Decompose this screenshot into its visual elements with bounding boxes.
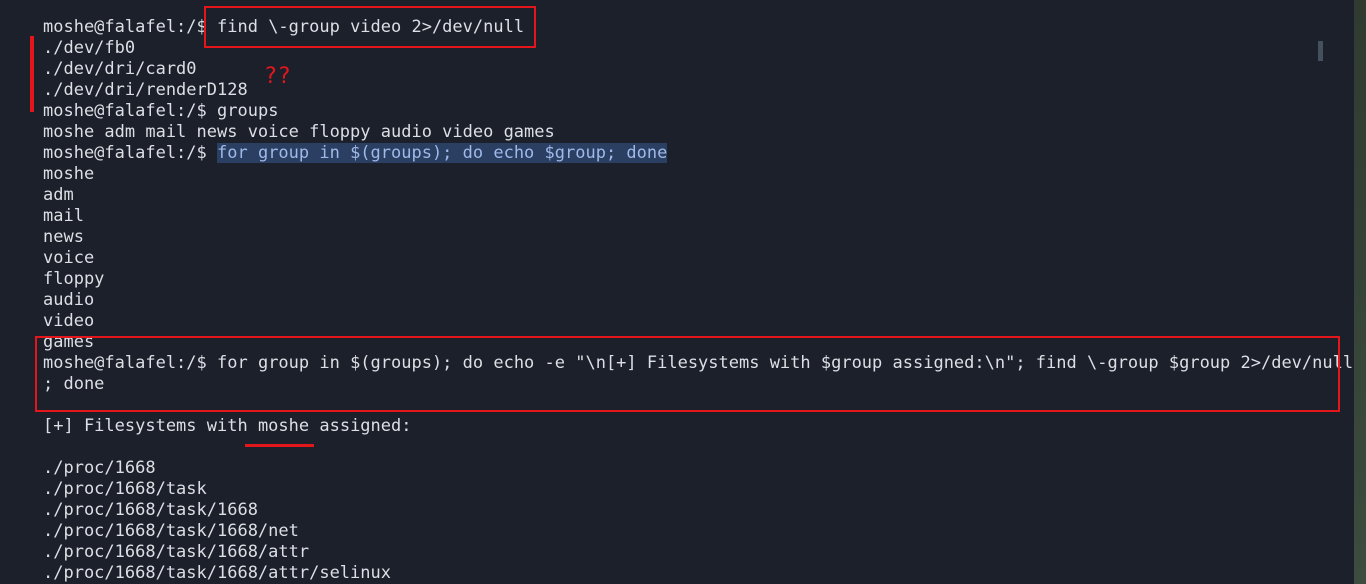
output-line: audio [43, 290, 95, 310]
output-line: news [43, 227, 84, 247]
output-line: moshe adm mail news voice floppy audio v… [43, 122, 555, 142]
prompt: moshe@falafel:/$ [43, 101, 207, 121]
output-line: ./proc/1668/task/1668/attr/selinux [43, 563, 391, 583]
annotation-box-loop-command [35, 336, 1340, 412]
output-line: mail [43, 206, 84, 226]
header-prefix: [+] Filesystems with [43, 416, 258, 436]
selected-command-text[interactable]: for group in $(groups); do echo $group; … [217, 143, 668, 163]
prompt: moshe@falafel:/$ [43, 143, 207, 163]
output-line: ./proc/1668/task/1668 [43, 500, 258, 520]
output-line: ./proc/1668/task [43, 479, 207, 499]
prompt: moshe@falafel:/$ [43, 17, 207, 37]
terminal-window[interactable]: moshe@falafel:/$ find \-group video 2>/d… [0, 0, 1354, 584]
annotation-bar-output [30, 36, 34, 112]
output-line: video [43, 311, 95, 331]
header-suffix: assigned: [309, 416, 412, 436]
annotation-box-find-command [204, 6, 536, 48]
terminal-output: moshe@falafel:/$ find \-group video 2>/d… [43, 17, 1353, 584]
output-line: ./proc/1668/task/1668/net [43, 521, 299, 541]
annotation-underline-group [245, 444, 314, 447]
section-header: [+] Filesystems with moshe assigned: [43, 416, 1353, 437]
output-line: ./dev/dri/card0 [43, 59, 197, 79]
output-line: ./dev/dri/renderD128 [43, 80, 248, 100]
output-line: floppy [43, 269, 105, 289]
desktop-edge [1354, 0, 1366, 584]
command-line: moshe@falafel:/$ groups [43, 101, 1353, 122]
output-line: ./proc/1668/task/1668/attr [43, 542, 310, 562]
scrollbar-thumb[interactable] [1318, 41, 1323, 61]
command-line: moshe@falafel:/$ for group in $(groups);… [43, 143, 1353, 164]
output-line: adm [43, 185, 74, 205]
command-text: groups [217, 101, 279, 121]
header-group: moshe [257, 416, 310, 436]
annotation-question-marks: ?? [265, 64, 293, 89]
output-line: ./proc/1668 [43, 458, 156, 478]
output-line: voice [43, 248, 95, 268]
output-line: moshe [43, 164, 95, 184]
